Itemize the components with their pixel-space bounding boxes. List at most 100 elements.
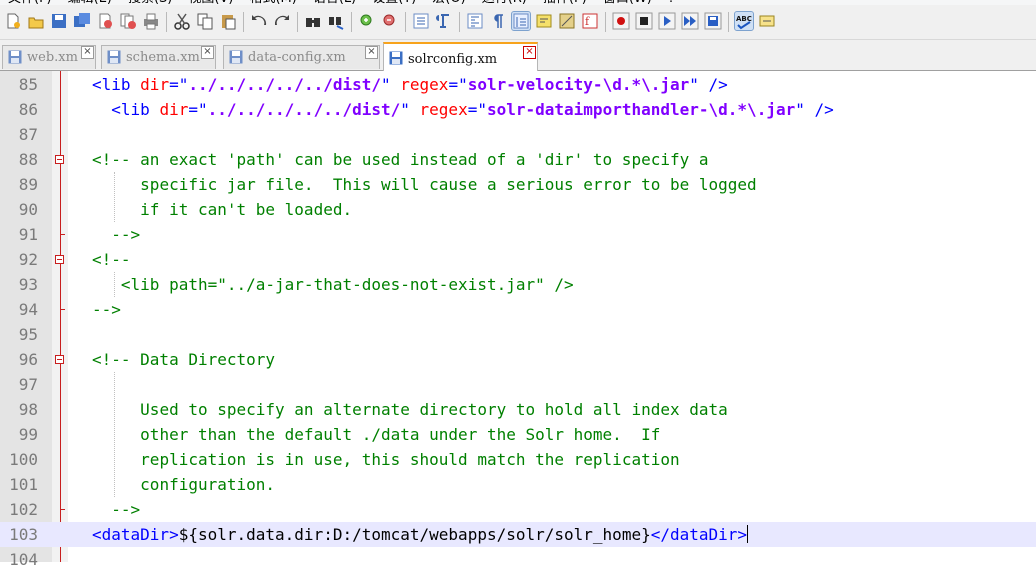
line-number: 86 <box>18 100 38 119</box>
close-all-icon[interactable] <box>119 12 137 30</box>
function-list-icon[interactable]: f <box>581 12 599 30</box>
undo-icon[interactable] <box>250 12 268 30</box>
find-icon[interactable] <box>304 12 322 30</box>
toolbar-separator <box>405 12 406 32</box>
play-macro-icon[interactable] <box>658 12 676 30</box>
sync-horizontal-icon[interactable] <box>435 12 453 30</box>
code-line[interactable]: 98 Used to specify an alternate director… <box>0 397 1036 422</box>
toolbar-separator <box>243 12 244 32</box>
code-line[interactable]: 100 replication is in use, this should m… <box>0 447 1036 472</box>
tab-web-xm[interactable]: web.xm × <box>2 45 96 69</box>
code-token: dir <box>159 100 189 119</box>
code-line[interactable]: 87 <box>0 122 1036 147</box>
code-token: " /> <box>795 100 834 119</box>
udl-icon[interactable] <box>535 12 553 30</box>
code-text: <!-- an exact 'path' can be used instead… <box>92 147 709 172</box>
tab-data-config-xm[interactable]: data-config.xm × <box>223 45 380 69</box>
close-icon[interactable] <box>96 12 114 30</box>
tab-label: schema.xm <box>126 50 200 65</box>
tab-schema-xm[interactable]: schema.xm × <box>101 45 216 69</box>
code-text: <!-- <box>92 247 131 272</box>
code-line[interactable]: 95 <box>0 322 1036 347</box>
save-icon[interactable] <box>50 12 68 30</box>
doc-map-icon[interactable] <box>558 12 576 30</box>
line-number: 94 <box>18 300 38 319</box>
line-number: 104 <box>9 550 38 569</box>
line-number: 89 <box>18 175 38 194</box>
code-line[interactable]: 101 configuration. <box>0 472 1036 497</box>
code-token: <!-- Data Directory <box>92 350 276 369</box>
code-token: " /> <box>689 75 728 94</box>
code-text: replication is in use, this should match… <box>92 447 679 472</box>
code-token: specific jar file. This will cause a ser… <box>140 175 757 194</box>
toolbar-separator <box>728 12 729 32</box>
close-icon[interactable]: × <box>201 46 214 59</box>
save-all-icon[interactable] <box>73 12 91 30</box>
code-line[interactable]: 92 <!-- <box>0 247 1036 272</box>
code-line[interactable]: 90 if it can't be loaded. <box>0 197 1036 222</box>
code-token: =" <box>188 100 208 119</box>
cut-icon[interactable] <box>173 12 191 30</box>
new-file-icon[interactable] <box>4 12 22 30</box>
toolbar-separator <box>297 12 298 32</box>
code-line[interactable]: 89 specific jar file. This will cause a … <box>0 172 1036 197</box>
close-icon[interactable]: × <box>365 46 378 59</box>
copy-icon[interactable] <box>196 12 214 30</box>
zoom-in-icon[interactable] <box>358 12 376 30</box>
toolbar-separator <box>166 12 167 32</box>
line-number: 101 <box>9 475 38 494</box>
word-wrap-icon[interactable] <box>466 12 484 30</box>
indent-guide <box>114 172 115 222</box>
zoom-out-icon[interactable] <box>381 12 399 30</box>
sync-vertical-icon[interactable] <box>412 12 430 30</box>
code-line[interactable]: 85 <lib dir="../../../../../dist/" regex=… <box>0 72 1036 97</box>
code-editor[interactable]: 85 <lib dir="../../../../../dist/" regex=… <box>0 71 1036 569</box>
stop-record-icon[interactable] <box>635 12 653 30</box>
code-token: --> <box>111 500 141 519</box>
code-line[interactable]: 93 <lib path="../a-jar-that-does-not-exi… <box>0 272 1036 297</box>
code-token: " <box>400 100 420 119</box>
code-token: solr-dataimporthandler-\d.*\.jar <box>486 100 796 119</box>
toolbar: f ABC <box>0 5 1036 40</box>
spell-check-settings-icon[interactable] <box>758 12 776 30</box>
code-token: other than the default ./data under the … <box>140 425 661 444</box>
record-macro-icon[interactable] <box>612 12 630 30</box>
code-line[interactable]: 103 <dataDir>${solr.data.dir:D:/tomcat/we… <box>0 522 1036 547</box>
save-macro-icon[interactable] <box>704 12 722 30</box>
tab-solrconfig-xm[interactable]: solrconfig.xm × <box>383 42 538 71</box>
run-macro-multiple-icon[interactable] <box>681 12 699 30</box>
close-icon[interactable]: × <box>81 46 94 59</box>
code-token: configuration. <box>140 475 276 494</box>
code-token: --> <box>111 225 141 244</box>
replace-icon[interactable] <box>327 12 345 30</box>
save-icon <box>107 50 121 64</box>
line-number: 88 <box>18 150 38 169</box>
code-line[interactable]: 96 <!-- Data Directory <box>0 347 1036 372</box>
code-token: --> <box>92 300 121 319</box>
code-line[interactable]: 102 --> <box>0 497 1036 522</box>
line-number: 96 <box>18 350 38 369</box>
code-line[interactable]: 104 <box>0 547 1036 572</box>
code-line[interactable]: 86 <lib dir="../../../../../dist/" regex… <box>0 97 1036 122</box>
indent-guide-icon[interactable] <box>511 11 531 31</box>
show-all-chars-icon[interactable] <box>489 12 507 30</box>
code-text: <lib dir="../../../../../dist/" regex="s… <box>92 97 834 122</box>
open-file-icon[interactable] <box>27 12 45 30</box>
close-icon[interactable]: × <box>523 46 536 59</box>
code-token: <lib <box>92 75 141 94</box>
code-line[interactable]: 88 <!-- an exact 'path' can be used inste… <box>0 147 1036 172</box>
code-line[interactable]: 91 --> <box>0 222 1036 247</box>
code-token: <!-- <box>92 250 131 269</box>
code-text: --> <box>92 222 140 247</box>
code-token: =" <box>448 75 468 94</box>
code-text: --> <box>92 497 140 522</box>
line-number: 102 <box>9 500 38 519</box>
spell-check-icon[interactable]: ABC <box>734 11 754 31</box>
redo-icon[interactable] <box>273 12 291 30</box>
code-line[interactable]: 99 other than the default ./data under t… <box>0 422 1036 447</box>
code-text: other than the default ./data under the … <box>92 422 660 447</box>
paste-icon[interactable] <box>219 12 237 30</box>
code-line[interactable]: 97 <box>0 372 1036 397</box>
print-icon[interactable] <box>142 12 160 30</box>
code-line[interactable]: 94 --> <box>0 297 1036 322</box>
